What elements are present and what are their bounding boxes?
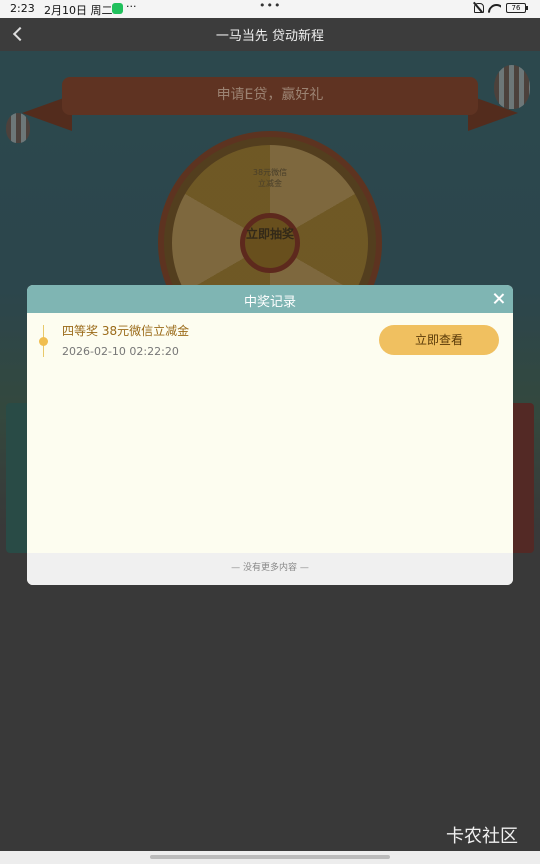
prize-time: 2026-02-10 02:22:20 <box>62 345 179 358</box>
status-bar: 2:23 2月10日 周二 ··· ••• 76 <box>0 0 540 18</box>
status-date: 2月10日 周二 <box>44 4 113 17</box>
modal-title: 中奖记录 <box>243 295 296 310</box>
battery-icon: 76 <box>506 2 528 13</box>
wechat-icon <box>112 3 123 14</box>
home-indicator[interactable] <box>150 855 390 859</box>
status-more-dots: ··· <box>126 0 137 13</box>
timeline-dot <box>39 337 48 346</box>
watermark: 卡农社区 <box>446 826 518 847</box>
wifi-icon <box>488 3 501 13</box>
prize-record-modal: 中奖记录 四等奖 38元微信立减金 2026-02-10 02:22:20 立即… <box>27 285 513 585</box>
view-now-button[interactable]: 立即查看 <box>379 325 499 355</box>
list-item: 四等奖 38元微信立减金 2026-02-10 02:22:20 立即查看 <box>27 313 513 373</box>
prize-name: 四等奖 38元微信立减金 <box>62 324 190 338</box>
status-time: 2:23 <box>10 2 35 15</box>
no-more-content: — 没有更多内容 — <box>27 553 513 585</box>
nav-bar: 一马当先 贷动新程 <box>0 18 540 51</box>
modal-header: 中奖记录 <box>27 285 513 313</box>
close-icon[interactable] <box>492 292 505 305</box>
bell-off-icon <box>473 2 484 13</box>
multitask-handle[interactable]: ••• <box>259 0 281 12</box>
status-right-icons: 76 <box>473 2 528 13</box>
page-title: 一马当先 贷动新程 <box>215 29 325 44</box>
